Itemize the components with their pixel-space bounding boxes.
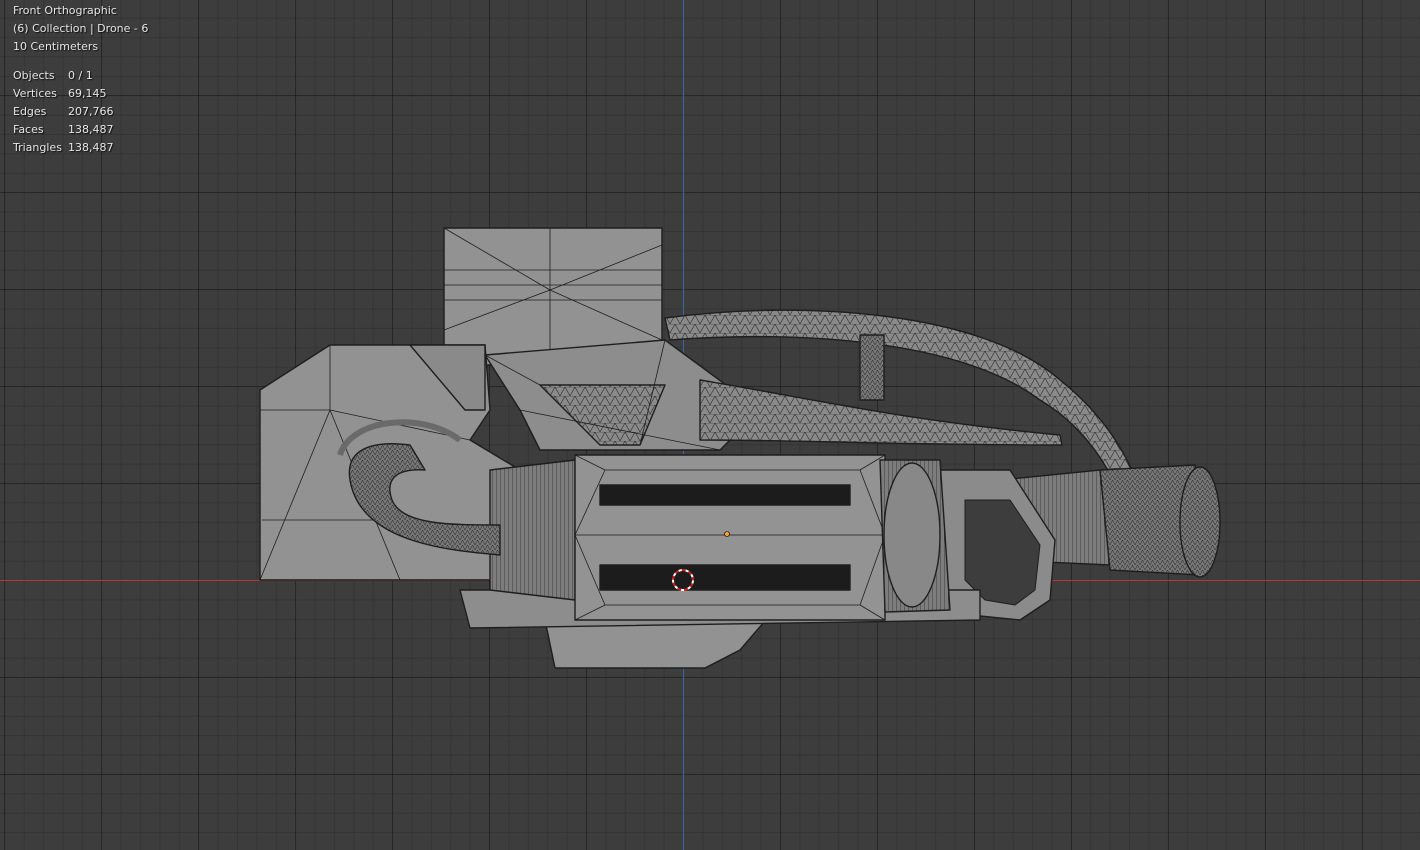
grid-scale-label: 10 Centimeters [13,40,99,53]
viewport-info-overlay: Front Orthographic (6) Collection | Dron… [13,2,148,157]
stat-value: 138,487 [68,123,114,136]
stat-label: Objects [13,69,55,82]
stat-row-edges: Edges 207,766 [13,103,148,121]
stat-value: 69,145 [68,87,107,100]
stat-label: Faces [13,123,44,136]
stat-value: 0 / 1 [68,69,93,82]
stat-row-triangles: Triangles 138,487 [13,139,148,157]
stat-label: Triangles [13,141,62,154]
stat-row-faces: Faces 138,487 [13,121,148,139]
stat-row-vertices: Vertices 69,145 [13,85,148,103]
collection-label: (6) Collection | Drone - 6 [13,22,149,35]
support-post [859,334,885,401]
stat-row-objects: Objects 0 / 1 [13,67,148,85]
scene-statistics: Objects 0 / 1 Vertices 69,145 Edges 207,… [13,67,148,157]
stat-value: 138,487 [68,141,114,154]
view-name: Front Orthographic [13,4,117,17]
stat-label: Vertices [13,87,57,100]
main-cylinder [489,454,951,621]
3d-viewport[interactable]: Front Orthographic (6) Collection | Dron… [0,0,1420,850]
drone-mesh[interactable] [0,0,1420,850]
object-origin-dot [724,531,730,537]
stat-label: Edges [13,105,47,118]
stat-value: 207,766 [68,105,114,118]
